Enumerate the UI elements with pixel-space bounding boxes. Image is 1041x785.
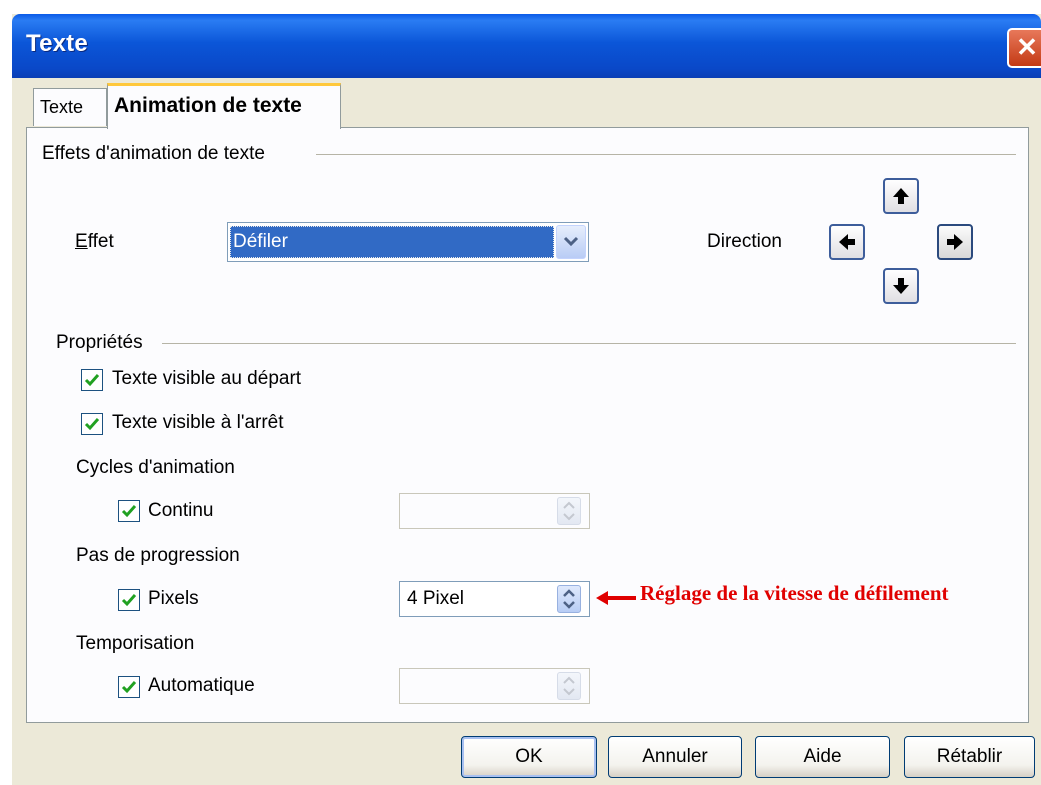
up-down-arrows-icon <box>563 676 575 696</box>
annotation-text: Réglage de la vitesse de défilement <box>640 581 949 605</box>
checkmark-icon <box>121 594 137 607</box>
visible-stop-label: Texte visible à l'arrêt <box>112 412 284 433</box>
tab-label: Texte <box>40 97 84 117</box>
effect-label-rest: ffet <box>87 231 114 252</box>
direction-up-button[interactable] <box>883 178 919 214</box>
effect-select-value: Défiler <box>230 226 554 258</box>
tab-animation-de-texte[interactable]: Animation de texte <box>107 83 341 129</box>
ok-button[interactable]: OK <box>461 736 597 778</box>
direction-label: Direction <box>707 231 782 252</box>
continuous-label: Continu <box>148 500 214 521</box>
tab-texte[interactable]: Texte <box>33 88 107 126</box>
tab-label: Animation de texte <box>114 94 302 117</box>
arrow-down-icon <box>893 278 909 294</box>
arrow-right-icon <box>947 234 963 250</box>
checkmark-icon <box>84 374 100 387</box>
increment-value: 4 Pixel <box>407 588 465 609</box>
effect-label-accelerator: E <box>75 231 88 252</box>
close-icon: ✕ <box>1016 32 1038 62</box>
increment-spin-button[interactable] <box>557 585 581 613</box>
effect-dropdown-button[interactable] <box>556 225 586 259</box>
effect-label: Effet <box>75 231 114 253</box>
checkmark-icon <box>84 418 100 431</box>
up-down-arrows-icon <box>563 589 575 609</box>
delay-spin-button[interactable] <box>557 672 581 700</box>
increment-heading: Pas de progression <box>76 545 240 566</box>
checkbox-visible-stop[interactable] <box>81 413 103 435</box>
reset-button[interactable]: Rétablir <box>904 736 1035 778</box>
help-button[interactable]: Aide <box>755 736 890 778</box>
cycles-spin-button[interactable] <box>557 497 581 525</box>
cycles-heading: Cycles d'animation <box>76 457 235 478</box>
visible-start-label: Texte visible au départ <box>112 368 302 389</box>
automatic-label: Automatique <box>148 675 255 696</box>
checkbox-pixels[interactable] <box>118 589 140 611</box>
group-label-properties: Propriétés <box>56 332 143 353</box>
pixels-label: Pixels <box>148 588 199 609</box>
checkmark-icon <box>121 505 137 518</box>
cancel-button[interactable]: Annuler <box>608 736 742 778</box>
checkbox-continuous[interactable] <box>118 500 140 522</box>
annotation-arrow-icon <box>596 591 636 605</box>
arrow-left-icon <box>839 234 855 250</box>
up-down-arrows-icon <box>563 501 575 521</box>
delay-heading: Temporisation <box>76 633 195 654</box>
window-title: Texte <box>26 30 88 57</box>
close-button[interactable]: ✕ <box>1007 28 1041 68</box>
checkmark-icon <box>121 681 137 694</box>
checkbox-automatic[interactable] <box>118 676 140 698</box>
direction-right-button[interactable] <box>937 224 973 260</box>
chevron-down-icon <box>563 236 579 247</box>
group-label-effects: Effets d'animation de texte <box>42 143 265 164</box>
direction-down-button[interactable] <box>883 268 919 304</box>
group-divider <box>316 154 1016 155</box>
group-divider <box>162 343 1016 344</box>
title-bar[interactable] <box>12 14 1041 78</box>
arrow-up-icon <box>893 188 909 204</box>
checkbox-visible-start[interactable] <box>81 369 103 391</box>
direction-left-button[interactable] <box>829 224 865 260</box>
